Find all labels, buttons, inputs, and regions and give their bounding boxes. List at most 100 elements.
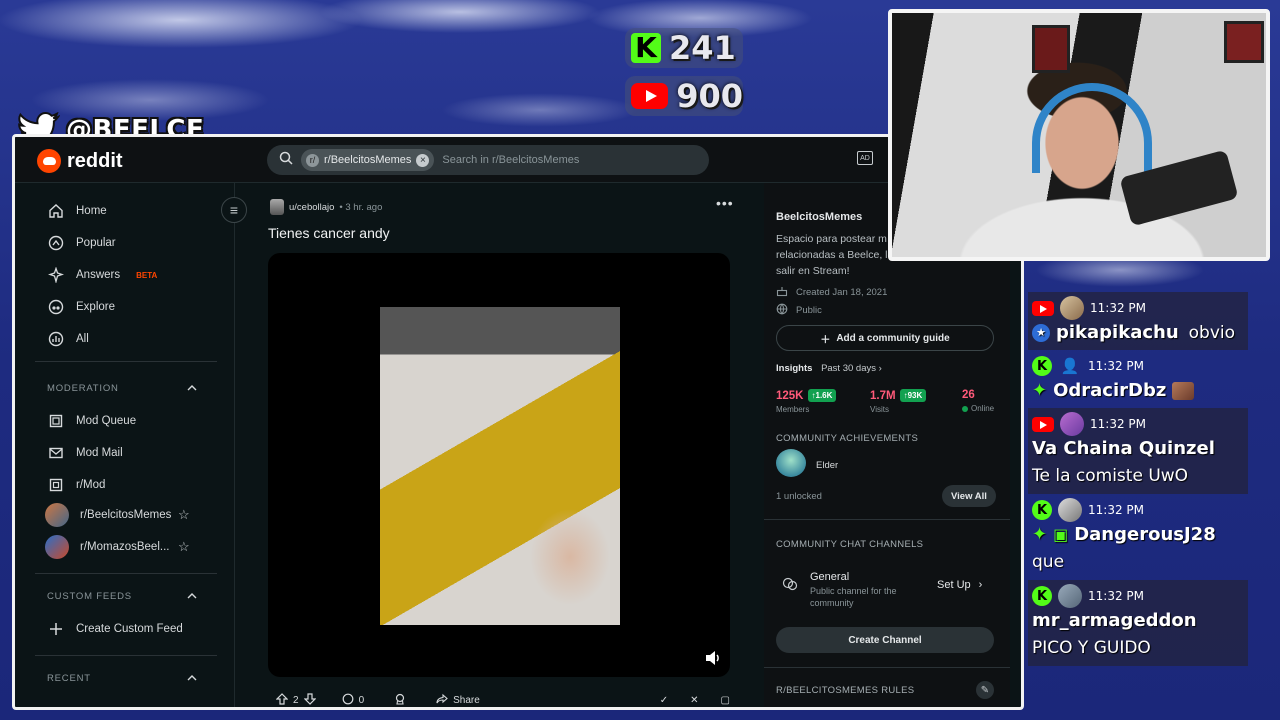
nav-r-mod[interactable]: r/Mod (47, 475, 105, 495)
members-delta: ↑1.6K (807, 389, 837, 402)
downvote-icon[interactable] (303, 692, 317, 708)
volume-icon[interactable] (704, 649, 722, 667)
vote-count: 2 (293, 694, 299, 706)
advertise-icon[interactable]: AD (857, 151, 873, 165)
subreddit-search-chip[interactable]: r/ r/BeelcitosMemes × (301, 149, 435, 171)
chat-message: 11:32 PM Va Chaina Quinzel Te la comiste… (1028, 408, 1248, 494)
approve-button[interactable]: ✓ (652, 689, 676, 707)
share-label: Share (453, 694, 480, 706)
kick-icon: K (1032, 356, 1052, 376)
beelcitosmemes-label: r/BeelcitosMemes (80, 509, 172, 521)
kick-icon: K (1032, 586, 1052, 606)
mod-actions-button[interactable]: ▢ (713, 689, 738, 707)
elder-achievement-icon[interactable] (776, 449, 806, 477)
chat-text: que (1032, 552, 1065, 572)
chat-time: 11:32 PM (1088, 589, 1144, 603)
share-button[interactable]: Share (428, 689, 488, 707)
channel-name[interactable]: General (810, 571, 849, 583)
mod-queue-label: Mod Queue (76, 415, 137, 427)
nav-explore-label: Explore (76, 301, 115, 313)
gift-badge-icon: ▣ (1053, 525, 1069, 544)
view-all-button[interactable]: View All (942, 485, 996, 507)
moderation-section-header[interactable]: MODERATION (47, 383, 197, 394)
moderation-heading: MODERATION (47, 383, 119, 394)
achievement-name: Elder (816, 460, 839, 471)
chat-username: OdracirDbz (1053, 380, 1167, 401)
visits-stat: 1.7M ↑93K Visits (870, 389, 927, 414)
nav-beelcitosmemes[interactable]: r/BeelcitosMemes (45, 503, 172, 527)
nav-momazosbeel[interactable]: r/MomazosBeel... (45, 535, 170, 559)
edit-pencil-icon[interactable]: ✎ (976, 681, 994, 699)
comment-count: 0 (358, 694, 365, 706)
upvote-icon[interactable] (275, 692, 289, 708)
create-custom-feed[interactable]: Create Custom Feed (47, 619, 183, 639)
nav-home[interactable]: Home (47, 201, 107, 221)
comments-button[interactable]: 0 (334, 689, 373, 707)
remove-button[interactable]: ✕ (682, 689, 706, 707)
reddit-top-bar: reddit r/ r/BeelcitosMemes × Search in r… (15, 137, 1021, 183)
nav-mod-mail[interactable]: Mod Mail (47, 443, 123, 463)
add-community-guide-button[interactable]: ＋ Add a community guide (776, 325, 994, 351)
chat-text: obvio (1188, 323, 1236, 343)
mod-mail-label: Mod Mail (76, 447, 123, 459)
custom-feeds-section-header[interactable]: CUSTOM FEEDS (47, 591, 197, 602)
home-icon (47, 202, 65, 220)
favorite-star-icon[interactable]: ☆ (178, 507, 190, 523)
reddit-wordmark: reddit (67, 149, 123, 172)
visits-delta: ↑93K (899, 389, 927, 402)
momazosbeel-label: r/MomazosBeel... (80, 541, 170, 553)
cake-icon (776, 285, 788, 300)
post-meta: u/cebollajo • 3 hr. ago (270, 199, 382, 215)
chat-time: 11:32 PM (1090, 417, 1146, 431)
insights-header[interactable]: Insights Past 30 days › (776, 363, 882, 374)
nav-mod-queue[interactable]: Mod Queue (47, 411, 136, 431)
nav-explore[interactable]: Explore (47, 297, 115, 317)
post-author[interactable]: u/cebollajo (289, 202, 334, 213)
popular-icon (47, 234, 65, 252)
chat-message: K 👤 11:32 PM ✦ OdracirDbz (1028, 350, 1248, 408)
search-icon (279, 151, 293, 170)
create-channel-button[interactable]: Create Channel (776, 627, 994, 653)
vote-control[interactable]: 2 (268, 689, 324, 708)
online-label: Online (971, 404, 995, 413)
online-count: 26 (962, 389, 975, 401)
chevron-up-icon (187, 383, 197, 394)
beta-badge: BETA (136, 270, 158, 280)
clear-chip-icon[interactable]: × (416, 153, 430, 167)
nav-popular[interactable]: Popular (47, 233, 116, 253)
chat-time: 11:32 PM (1090, 301, 1146, 315)
chat-time: 11:32 PM (1088, 359, 1144, 373)
member-badge-icon: ★ (1032, 324, 1050, 342)
chat-username: DangerousJ28 (1074, 524, 1216, 545)
chat-channels-heading: COMMUNITY CHAT CHANNELS (776, 539, 924, 550)
kick-logo-icon: K (631, 33, 661, 63)
visibility-label: Public (796, 305, 822, 316)
community-description: Espacio para postear m relacionadas a Be… (776, 233, 894, 277)
youtube-icon (1032, 300, 1054, 316)
youtube-viewer-counter: 900 (625, 76, 743, 116)
search-placeholder[interactable]: Search in r/BeelcitosMemes (442, 154, 579, 166)
kick-viewer-count: 241 (669, 29, 736, 67)
collapse-sidebar-button[interactable]: ≡ (221, 197, 247, 223)
reddit-logo[interactable]: reddit (37, 149, 123, 173)
stream-chat: 11:32 PM ★ pikapikachu obvio K 👤 11:32 P… (1028, 292, 1248, 666)
checkmark-icon: ✓ (659, 694, 669, 706)
favorite-star-icon[interactable]: ☆ (178, 539, 190, 555)
recent-section-header[interactable]: RECENT (47, 673, 197, 684)
shield-icon: ▢ (720, 694, 730, 706)
rules-heading: R/BEELCITOSMEMES RULES (776, 685, 915, 696)
search-bar[interactable]: r/ r/BeelcitosMemes × Search in r/Beelci… (267, 145, 709, 175)
video-player[interactable] (268, 253, 730, 677)
nav-all[interactable]: All (47, 329, 89, 349)
chevron-right-icon: › (978, 579, 983, 591)
kick-viewer-counter: K 241 (625, 28, 743, 68)
chat-username: Va Chaina Quinzel (1032, 438, 1215, 459)
plus-icon (47, 620, 65, 638)
set-up-button[interactable]: Set Up › (937, 579, 982, 591)
award-button[interactable] (386, 689, 414, 707)
headset (1032, 83, 1152, 173)
video-frame[interactable] (380, 307, 620, 625)
post-options-icon[interactable]: ••• (716, 195, 734, 211)
nav-answers[interactable]: Answers BETA (47, 265, 157, 285)
chat-username: mr_armageddon (1032, 610, 1197, 631)
